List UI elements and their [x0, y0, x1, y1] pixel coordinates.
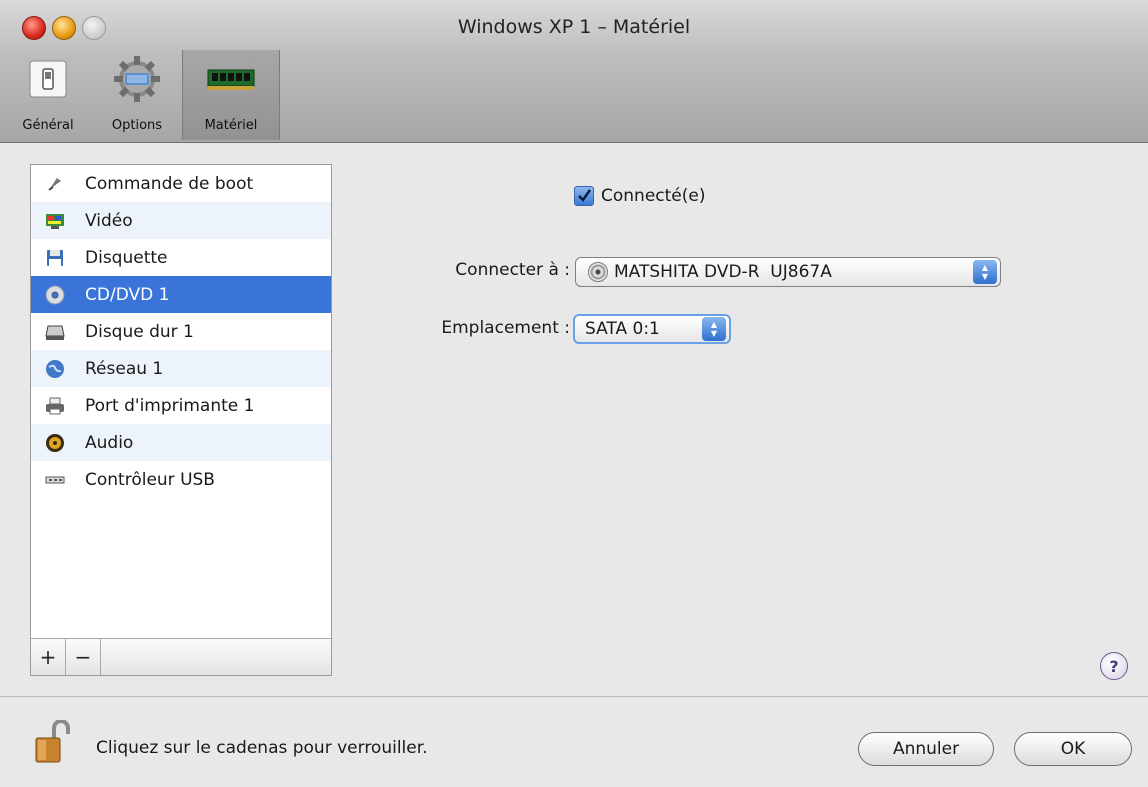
device-item-label: Audio — [85, 432, 134, 453]
device-item-audio[interactable]: Audio — [31, 424, 331, 461]
location-label: Emplacement : — [441, 318, 570, 338]
toolbar-materiel[interactable]: Matériel — [182, 50, 280, 140]
device-list-footer: + − — [31, 638, 331, 675]
help-button[interactable]: ? — [1100, 652, 1128, 680]
checkmark-icon — [578, 189, 592, 202]
padlock-open-icon[interactable] — [34, 720, 70, 764]
footer-divider — [0, 696, 1148, 697]
device-item-label: Vidéo — [85, 210, 133, 231]
audio-icon — [46, 433, 64, 452]
device-item-label: CD/DVD 1 — [85, 284, 170, 305]
memory-chip-icon — [206, 54, 256, 104]
network-icon — [46, 359, 64, 378]
connected-label: Connecté(e) — [601, 186, 706, 206]
connect-to-label: Connecter à : — [455, 260, 570, 280]
connect-to-value: MATSHITA DVD-R UJ867A — [614, 262, 832, 282]
disc-icon — [588, 262, 608, 282]
device-item-label: Réseau 1 — [85, 358, 164, 379]
device-item-network[interactable]: Réseau 1 — [31, 350, 331, 387]
device-item-boot-order[interactable]: Commande de boot — [31, 165, 331, 202]
connected-checkbox[interactable] — [574, 186, 594, 206]
cancel-button[interactable]: Annuler — [858, 732, 994, 766]
lock-hint-text: Cliquez sur le cadenas pour verrouiller. — [96, 738, 428, 758]
toolbar-options[interactable]: Options — [92, 50, 182, 140]
popup-arrows-icon: ▲ ▼ — [973, 260, 997, 284]
connect-to-select[interactable]: MATSHITA DVD-R UJ867A ▲ ▼ — [575, 257, 1001, 287]
remove-device-button[interactable]: − — [66, 639, 101, 675]
boot-order-icon — [48, 177, 61, 191]
add-device-button[interactable]: + — [31, 639, 66, 675]
device-item-video[interactable]: Vidéo — [31, 202, 331, 239]
ok-button[interactable]: OK — [1014, 732, 1132, 766]
toolbar-materiel-label: Matériel — [204, 118, 258, 133]
device-item-label: Commande de boot — [85, 173, 254, 194]
toolbar-general-label: Général — [22, 118, 74, 133]
device-list: Commande de boot Vidéo Disquette CD/DVD … — [31, 165, 331, 498]
device-item-label: Disque dur 1 — [85, 321, 194, 342]
window-title: Windows XP 1 – Matériel — [457, 16, 691, 38]
cd-dvd-icon — [45, 285, 65, 304]
device-item-floppy[interactable]: Disquette — [31, 239, 331, 276]
floppy-icon — [47, 249, 63, 266]
device-item-label: Disquette — [85, 247, 168, 268]
toolbar-options-label: Options — [111, 118, 163, 133]
connected-checkbox-row[interactable]: Connecté(e) — [574, 186, 705, 206]
device-item-label: Port d'imprimante 1 — [85, 395, 255, 416]
toolbar-general[interactable]: Général — [4, 50, 92, 140]
popup-arrows-icon: ▲ ▼ — [702, 317, 726, 341]
options-gear-icon — [112, 54, 162, 104]
location-value: SATA 0:1 — [585, 319, 660, 339]
device-item-cd-dvd[interactable]: CD/DVD 1 — [31, 276, 331, 313]
usb-icon — [45, 476, 65, 483]
title-toolbar: Windows XP 1 – Matériel Général Options … — [0, 0, 1148, 143]
hard-disk-icon — [45, 325, 65, 340]
device-item-hard-disk[interactable]: Disque dur 1 — [31, 313, 331, 350]
device-item-printer-port[interactable]: Port d'imprimante 1 — [31, 387, 331, 424]
printer-icon — [46, 397, 64, 414]
device-item-usb-controller[interactable]: Contrôleur USB — [31, 461, 331, 498]
hardware-settings-window: Windows XP 1 – Matériel Général Options … — [0, 0, 1148, 787]
device-item-label: Contrôleur USB — [85, 469, 215, 490]
device-list-panel: Commande de boot Vidéo Disquette CD/DVD … — [30, 164, 332, 676]
video-icon — [46, 213, 64, 229]
location-select[interactable]: SATA 0:1 ▲ ▼ — [573, 314, 731, 344]
general-switch-icon — [23, 54, 73, 104]
